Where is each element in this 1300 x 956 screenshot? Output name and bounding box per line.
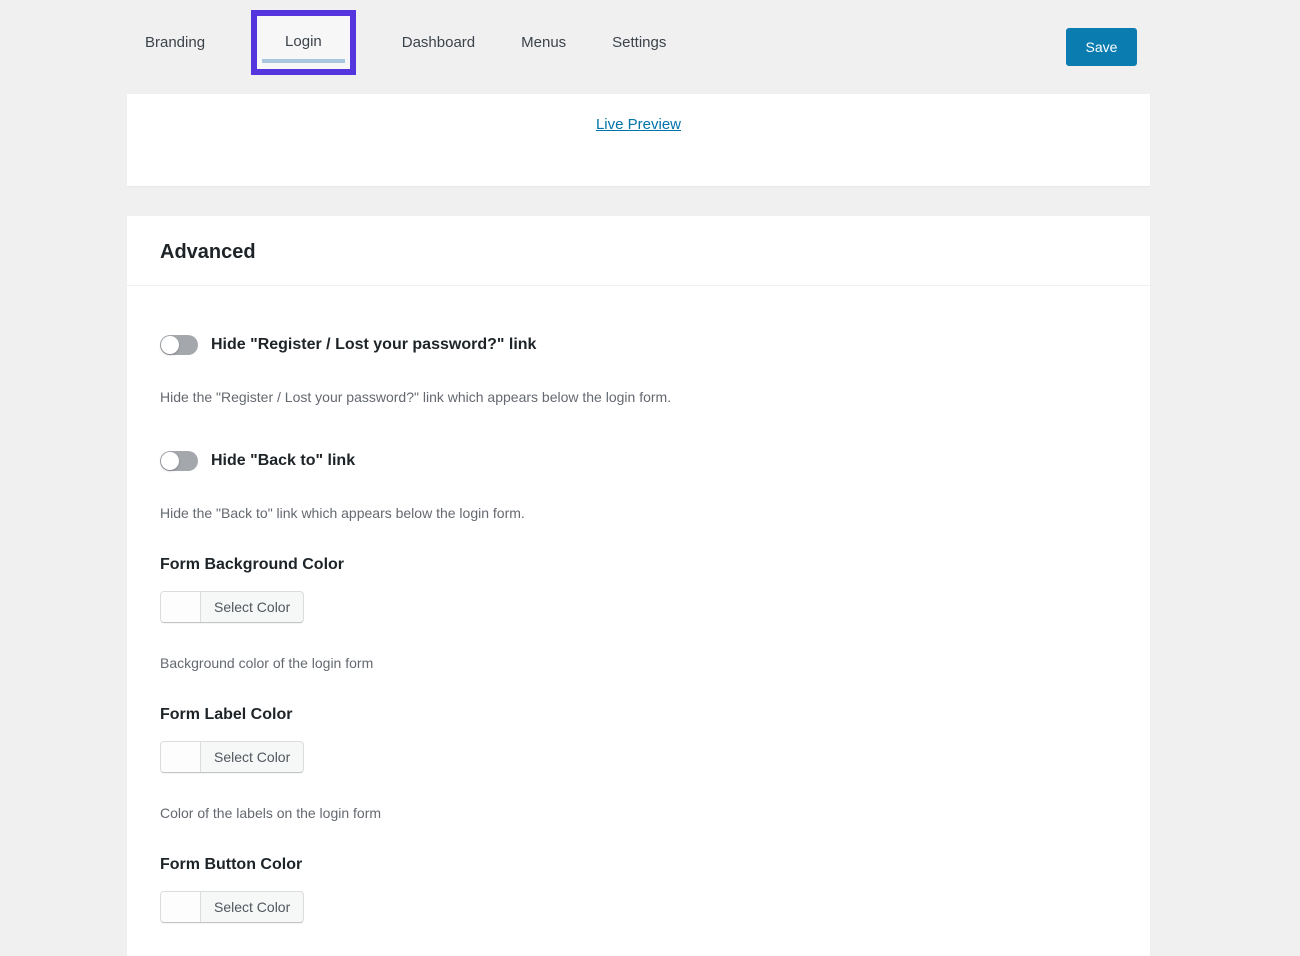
form-label-color-picker-button[interactable]: Select Color — [160, 741, 304, 773]
setting-hide-back-to-link: Hide "Back to" link — [160, 451, 1117, 471]
form-background-color-picker-button[interactable]: Select Color — [160, 591, 304, 623]
form-background-color-label: Form Background Color — [160, 556, 1117, 574]
hide-back-to-link-description: Hide the "Back to" link which appears be… — [160, 505, 1117, 521]
select-color-label: Select Color — [201, 592, 303, 622]
save-button[interactable]: Save — [1066, 28, 1137, 66]
tab-dashboard[interactable]: Dashboard — [402, 34, 475, 51]
section-title-advanced: Advanced — [160, 241, 1117, 264]
setting-hide-register-link: Hide "Register / Lost your password?" li… — [160, 335, 1117, 355]
advanced-card: Advanced Hide "Register / Lost your pass… — [127, 216, 1150, 956]
form-label-color-label: Form Label Color — [160, 706, 1117, 724]
hide-register-link-label: Hide "Register / Lost your password?" li… — [211, 336, 536, 354]
tab-login[interactable]: Login — [257, 16, 350, 69]
annotation-highlight-box: Login — [251, 10, 356, 75]
color-swatch — [161, 892, 201, 922]
tab-settings[interactable]: Settings — [612, 34, 666, 51]
form-background-color-description: Background color of the login form — [160, 655, 1117, 671]
tab-menus[interactable]: Menus — [521, 34, 566, 51]
tab-login-label: Login — [285, 33, 322, 50]
select-color-label: Select Color — [201, 742, 303, 772]
select-color-label: Select Color — [201, 892, 303, 922]
preview-card: Live Preview — [127, 94, 1150, 186]
hide-back-to-link-toggle[interactable] — [160, 451, 198, 471]
advanced-card-body: Hide "Register / Lost your password?" li… — [127, 335, 1150, 927]
settings-tabbar: Branding Login Dashboard Menus Settings — [145, 0, 666, 84]
tab-branding[interactable]: Branding — [145, 34, 205, 51]
toggle-knob — [161, 452, 179, 470]
form-button-color-label: Form Button Color — [160, 856, 1117, 874]
form-label-color-description: Color of the labels on the login form — [160, 805, 1117, 821]
hide-back-to-link-label: Hide "Back to" link — [211, 452, 355, 470]
color-swatch — [161, 592, 201, 622]
hide-register-link-description: Hide the "Register / Lost your password?… — [160, 389, 1117, 405]
active-tab-underline — [262, 59, 345, 63]
color-swatch — [161, 742, 201, 772]
advanced-card-header: Advanced — [127, 216, 1150, 286]
form-button-color-picker-button[interactable]: Select Color — [160, 891, 304, 923]
toggle-knob — [161, 336, 179, 354]
hide-register-link-toggle[interactable] — [160, 335, 198, 355]
live-preview-link[interactable]: Live Preview — [596, 116, 681, 133]
